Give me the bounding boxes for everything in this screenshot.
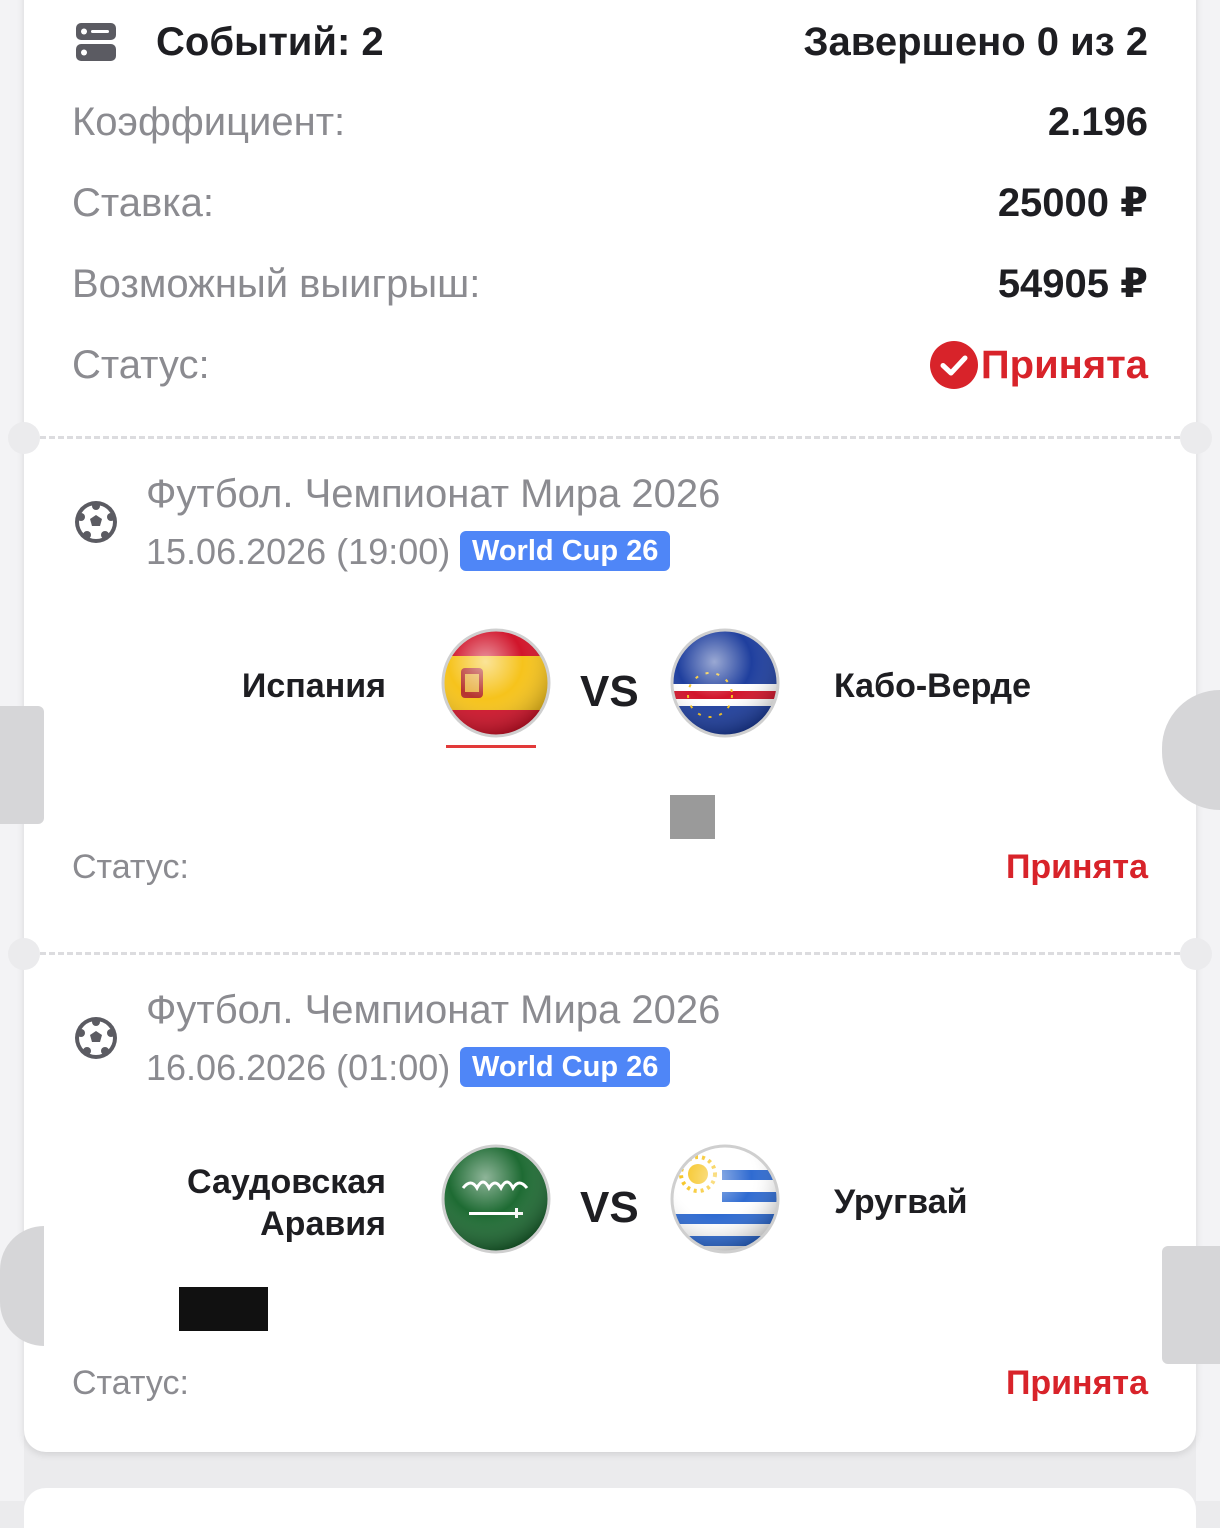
- event-league: Футбол. Чемпионат Мира 2026: [146, 472, 721, 516]
- stake-label: Ставка:: [72, 181, 214, 225]
- team-away: Уругвай: [834, 1183, 968, 1221]
- event-status-value: Принята: [1005, 848, 1148, 886]
- redacted-block: [179, 1287, 268, 1331]
- event-status-label: Статус:: [72, 848, 189, 886]
- tournament-badge: World Cup 26: [460, 1047, 671, 1087]
- status-label: Статус:: [72, 343, 210, 387]
- team-away: Кабо-Верде: [834, 667, 1032, 705]
- divider: [40, 952, 1180, 955]
- coef-label: Коэффициент:: [72, 100, 346, 144]
- football-icon: [75, 501, 117, 543]
- event-date: 16.06.2026 (01:00): [146, 1047, 451, 1088]
- stake-row: Ставка: 25000 ₽: [72, 173, 1148, 233]
- football-icon: [75, 1017, 117, 1059]
- ticket-notch: [8, 422, 40, 454]
- ticket-notch: [1180, 938, 1212, 970]
- next-bet-card: [24, 1488, 1196, 1528]
- team-home-line2: Аравия: [260, 1205, 386, 1243]
- coef-row: Коэффициент: 2.196: [72, 92, 1148, 152]
- ticket-list-icon: [76, 23, 116, 61]
- event-league: Футбол. Чемпионат Мира 2026: [146, 988, 721, 1032]
- team-home: Испания: [241, 667, 386, 705]
- left-edge-tab: [0, 706, 44, 824]
- event-status-label: Статус:: [72, 1364, 189, 1402]
- check-circle-icon: [930, 341, 978, 389]
- coef-value: 2.196: [1047, 100, 1148, 144]
- ticket-notch: [1180, 422, 1212, 454]
- win-row: Возможный выигрыш: 54905 ₽: [72, 254, 1148, 314]
- stake-value: 25000 ₽: [997, 181, 1148, 225]
- versus-label: VS: [580, 667, 639, 716]
- right-edge-tab: [1162, 1246, 1220, 1364]
- status-value: Принята: [980, 343, 1148, 387]
- completed-count: Завершено 0 из 2: [803, 20, 1148, 64]
- events-count: Событий: 2: [156, 20, 384, 64]
- tournament-badge: World Cup 26: [460, 531, 671, 571]
- win-label: Возможный выигрыш:: [72, 262, 481, 306]
- event-status-value: Принята: [1005, 1364, 1148, 1402]
- status-row: Статус: Принята: [72, 335, 1148, 395]
- uruguay-flag-icon: [670, 1144, 780, 1254]
- saudi-arabia-flag-icon: [441, 1144, 551, 1254]
- versus-label: VS: [580, 1183, 639, 1232]
- spain-flag-icon: [441, 628, 551, 738]
- ticket-notch: [8, 938, 40, 970]
- team-home: Саудовская Аравия: [187, 1161, 386, 1245]
- home-underline: [446, 745, 536, 748]
- divider: [40, 436, 1180, 439]
- team-home-line1: Саудовская: [186, 1163, 386, 1201]
- event-date: 15.06.2026 (19:00): [146, 531, 451, 572]
- win-value: 54905 ₽: [997, 262, 1148, 306]
- redacted-block: [670, 795, 715, 839]
- cape-verde-flag-icon: [670, 628, 780, 738]
